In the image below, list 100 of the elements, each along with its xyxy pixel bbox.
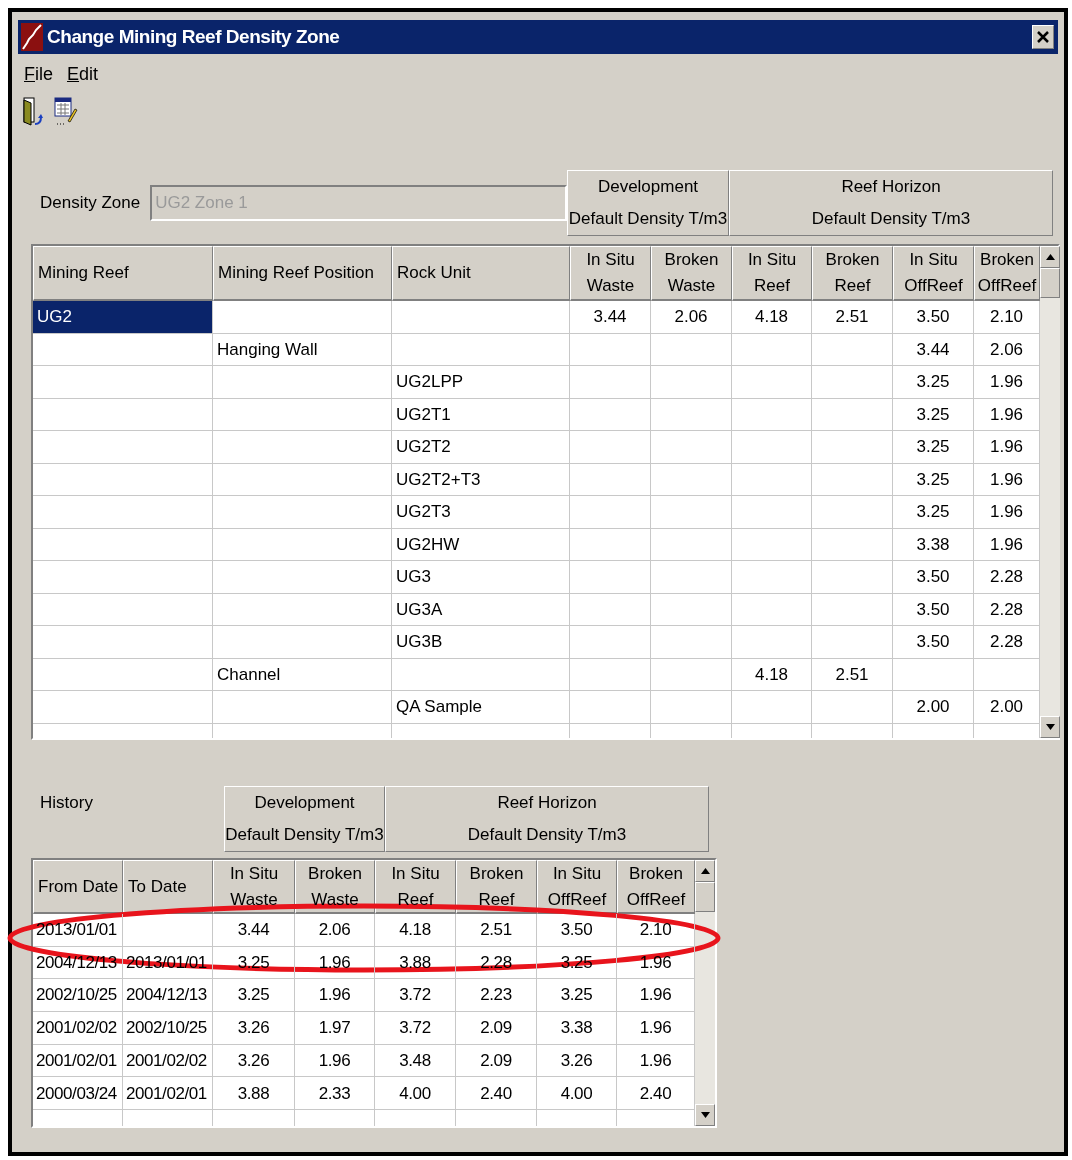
column-header[interactable]: In Situ Reef [732, 246, 812, 301]
table-cell: 3.25 [893, 366, 974, 399]
table-cell: Hanging Wall [213, 333, 392, 366]
scroll-up-icon[interactable] [1040, 246, 1060, 268]
scroll-down-icon[interactable] [1040, 716, 1060, 738]
table-cell: 3.25 [537, 979, 617, 1013]
window-title: Change Mining Reef Density Zone [47, 24, 340, 49]
menu-item[interactable]: Edit [67, 60, 99, 88]
table-cell: 3.50 [893, 561, 974, 594]
table-edit-icon[interactable] [54, 97, 78, 127]
column-header[interactable]: Mining Reef Position [213, 246, 392, 301]
table-cell: 4.00 [375, 1077, 456, 1111]
table-cell: 3.44 [893, 333, 974, 366]
scroll-thumb[interactable] [695, 882, 715, 912]
column-header[interactable]: Broken Reef [456, 860, 537, 914]
column-header[interactable]: Rock Unit [392, 246, 570, 301]
table-cell: 2002/10/25 [33, 979, 123, 1013]
column-header[interactable]: In Situ Waste [570, 246, 651, 301]
table-cell[interactable] [33, 561, 213, 594]
table-cell: 4.18 [375, 914, 456, 947]
scroll-down-icon[interactable] [695, 1104, 715, 1126]
table-cell: 4.18 [732, 301, 812, 334]
group-header: Development Default Density T/m3 [567, 170, 729, 236]
exit-door-icon[interactable] [22, 97, 44, 127]
table-cell: 4.00 [537, 1077, 617, 1111]
table-cell[interactable] [33, 496, 213, 529]
table-cell[interactable] [33, 593, 213, 626]
table-cell: 2013/01/01 [33, 914, 123, 947]
app-icon [21, 23, 43, 51]
table-cell: UG3A [392, 593, 570, 626]
column-header[interactable]: Broken Waste [651, 246, 732, 301]
column-header[interactable]: Broken Reef [812, 246, 893, 301]
table-cell: 3.88 [213, 1077, 295, 1111]
table-cell: 3.25 [213, 979, 295, 1013]
table-cell[interactable] [33, 398, 213, 431]
scroll-up-icon[interactable] [695, 860, 715, 882]
table-cell: UG2T2 [392, 431, 570, 464]
table-cell: 2004/12/13 [33, 946, 123, 980]
table-cell: 3.25 [893, 463, 974, 496]
table-cell: 3.38 [893, 528, 974, 561]
table-cell: UG2HW [392, 528, 570, 561]
table-cell: 3.26 [213, 1012, 295, 1045]
table-cell: 2002/10/25 [123, 1012, 213, 1045]
group-header: Reef Horizon Default Density T/m3 [729, 170, 1053, 236]
column-header[interactable]: In Situ Waste [213, 860, 295, 914]
table-cell[interactable] [33, 528, 213, 561]
close-button[interactable] [1032, 25, 1054, 49]
table-cell[interactable] [33, 658, 213, 691]
column-header[interactable]: To Date [123, 860, 213, 914]
table-cell[interactable] [33, 626, 213, 659]
column-header[interactable]: Mining Reef [33, 246, 213, 301]
table-cell[interactable] [33, 431, 213, 464]
menu-item[interactable]: File [24, 60, 53, 88]
table-cell: 2.06 [295, 914, 375, 947]
group-header: Reef Horizon Default Density T/m3 [385, 786, 709, 852]
table-cell: 2004/12/13 [123, 979, 213, 1013]
table-cell: 2001/02/02 [123, 1044, 213, 1078]
scroll-thumb[interactable] [1040, 268, 1060, 298]
field-label: Density Zone [40, 192, 141, 215]
table-cell: 3.44 [570, 301, 651, 334]
table-cell: 3.72 [375, 1012, 456, 1045]
table-cell: 2001/02/02 [33, 1012, 123, 1045]
table-cell[interactable] [33, 691, 213, 724]
table-cell: 2001/02/01 [123, 1077, 213, 1111]
table-cell: 2000/03/24 [33, 1077, 123, 1111]
table-cell[interactable] [33, 463, 213, 496]
table-cell: 3.25 [893, 398, 974, 431]
table-cell: 1.96 [295, 1044, 375, 1078]
table-cell: 4.18 [732, 658, 812, 691]
scrollbar[interactable] [695, 860, 715, 1126]
table-cell: 1.97 [295, 1012, 375, 1045]
column-header[interactable]: In Situ Reef [375, 860, 456, 914]
table-cell[interactable]: UG2 [33, 301, 213, 334]
column-header[interactable]: From Date [33, 860, 123, 914]
table-cell: UG2T3 [392, 496, 570, 529]
table-cell: 3.26 [213, 1044, 295, 1078]
table-cell: 2.51 [812, 658, 893, 691]
column-header[interactable]: Broken OffReef [617, 860, 695, 914]
column-header[interactable]: In Situ OffReef [537, 860, 617, 914]
table-cell: 2.09 [456, 1044, 537, 1078]
table-cell: 2001/02/01 [33, 1044, 123, 1078]
table-cell: 2.51 [456, 914, 537, 947]
column-header[interactable]: Broken Waste [295, 860, 375, 914]
table-cell: UG3B [392, 626, 570, 659]
table-cell[interactable] [33, 333, 213, 366]
table-cell: QA Sample [392, 691, 570, 724]
table-cell: 2.06 [651, 301, 732, 334]
table-cell: 3.38 [537, 1012, 617, 1045]
table-cell[interactable] [33, 366, 213, 399]
table-cell: 2.40 [456, 1077, 537, 1111]
table-cell: 3.44 [213, 914, 295, 947]
table-cell: 3.25 [893, 496, 974, 529]
scrollbar[interactable] [1040, 246, 1060, 738]
table-cell: 3.72 [375, 979, 456, 1013]
table-cell: UG3 [392, 561, 570, 594]
table-cell: 3.25 [893, 431, 974, 464]
table-cell: 1.96 [295, 946, 375, 980]
column-header[interactable]: In Situ OffReef [893, 246, 974, 301]
table-cell: Channel [213, 658, 392, 691]
column-header[interactable]: Broken OffReef [974, 246, 1040, 301]
